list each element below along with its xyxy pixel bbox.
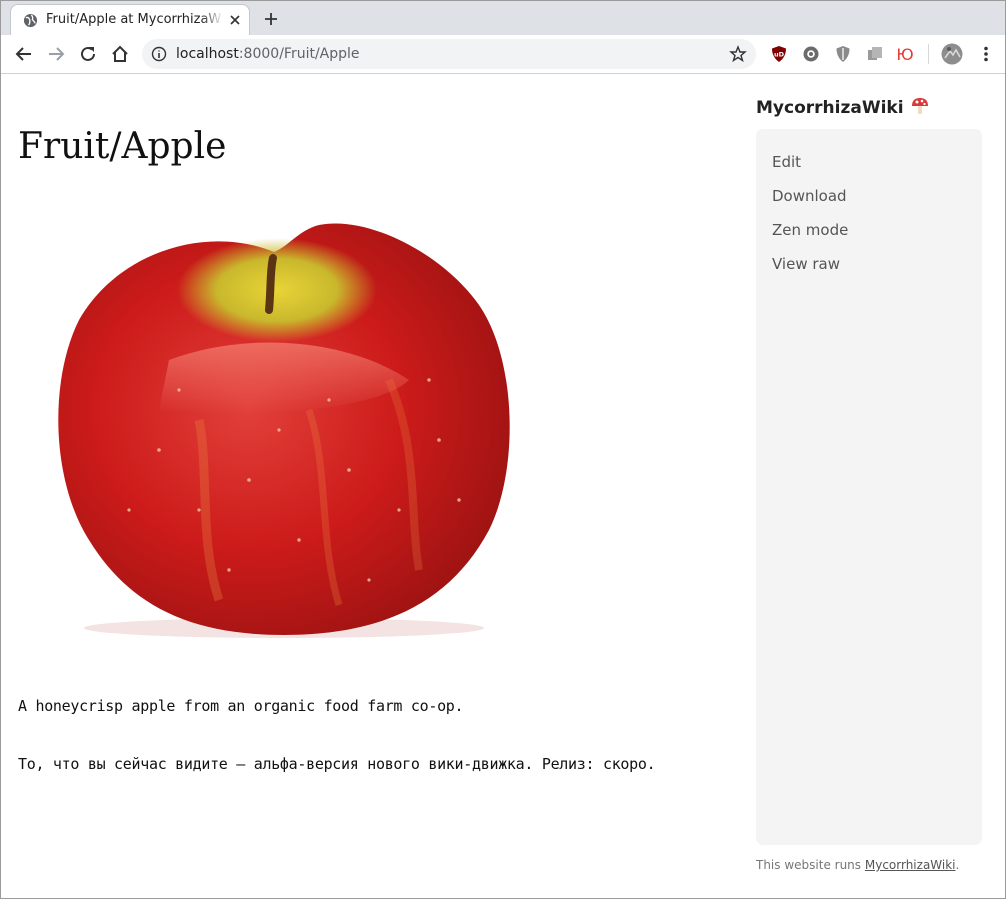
svg-text:uD: uD [774, 51, 785, 59]
sidebar-link-edit[interactable]: Edit [772, 152, 801, 172]
footer-suffix: . [955, 858, 960, 872]
sidebar-link-download[interactable]: Download [772, 186, 847, 206]
brand-name: MycorrhizaWiki [756, 98, 904, 118]
menu-kebab-icon[interactable] [976, 44, 996, 64]
ublock-shield-icon[interactable]: uD [769, 44, 789, 64]
footer-prefix: This website runs [756, 858, 865, 872]
sidebar-link-view-raw[interactable]: View raw [772, 254, 840, 274]
info-icon[interactable] [151, 46, 167, 62]
privacy-badger-icon[interactable] [801, 44, 821, 64]
paragraph: A honeycrisp apple from an organic food … [18, 697, 464, 715]
url-host: localhost [176, 46, 239, 62]
back-arrow-icon[interactable] [13, 43, 35, 65]
page-content: Fruit/Apple A honeycrisp apple from an o… [1, 74, 1005, 898]
yandex-translate-icon[interactable]: Ю [895, 44, 915, 64]
globe-icon [23, 13, 38, 28]
apple-photo [58, 223, 510, 638]
tab-strip: Fruit/Apple at MycorrhizaWiki [1, 1, 1005, 35]
site-brand[interactable]: MycorrhizaWiki [756, 96, 930, 120]
home-icon[interactable] [109, 43, 131, 65]
sidebar-panel: Edit Download Zen mode View raw [756, 129, 982, 845]
page-title: Fruit/Apple [18, 126, 227, 167]
url-path: :8000/Fruit/Apple [238, 46, 360, 62]
mushroom-icon [911, 98, 928, 114]
paragraph: То, что вы сейчас видите — альфа-версия … [18, 755, 656, 773]
close-tab-icon[interactable] [227, 12, 243, 28]
address-bar[interactable]: localhost:8000/Fruit/Apple [142, 39, 756, 69]
footer: This website runs MycorrhizaWiki. [756, 857, 959, 873]
svg-text:Ю: Ю [896, 45, 913, 64]
browser-tab[interactable]: Fruit/Apple at MycorrhizaWiki [10, 4, 250, 35]
browser-window: Fruit/Apple at MycorrhizaWiki localhost:… [0, 0, 1006, 899]
sidebar-link-zen-mode[interactable]: Zen mode [772, 220, 848, 240]
reload-icon[interactable] [77, 43, 99, 65]
footer-link[interactable]: MycorrhizaWiki [865, 858, 956, 872]
profile-avatar-icon[interactable] [941, 43, 963, 65]
shield-extension-icon[interactable] [833, 44, 853, 64]
cookie-extension-icon[interactable] [865, 44, 885, 64]
browser-toolbar: localhost:8000/Fruit/Apple uD Ю [1, 35, 1005, 74]
url-text: localhost:8000/Fruit/Apple [176, 45, 360, 63]
bookmark-star-icon[interactable] [729, 45, 747, 63]
new-tab-icon[interactable] [261, 9, 281, 29]
tab-title: Fruit/Apple at MycorrhizaWiki [46, 12, 222, 27]
toolbar-separator [928, 44, 929, 64]
forward-arrow-icon[interactable] [45, 43, 67, 65]
